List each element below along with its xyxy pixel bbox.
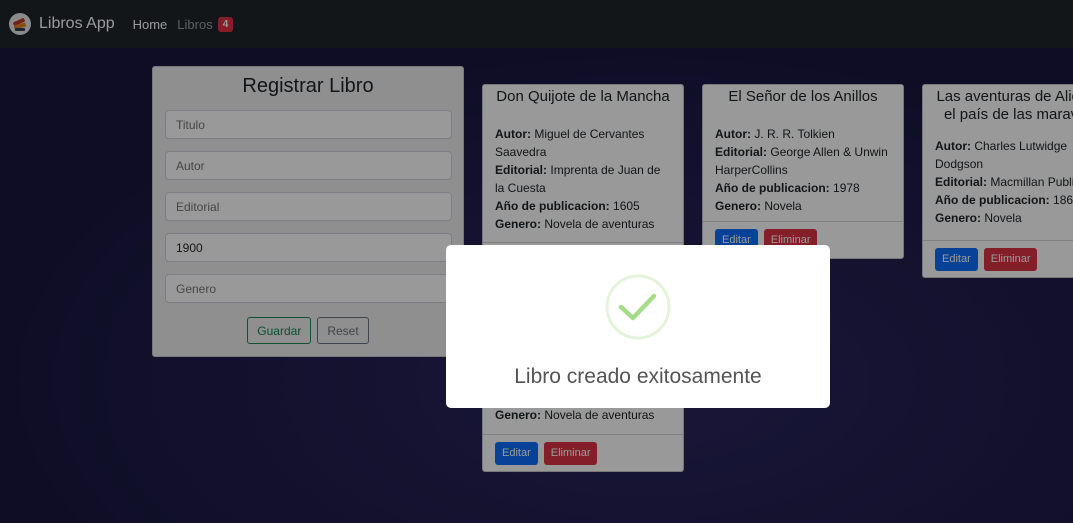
modal-message: Libro creado exitosamente (514, 365, 762, 388)
success-check-icon (605, 274, 671, 340)
success-modal: Libro creado exitosamente (446, 245, 830, 408)
